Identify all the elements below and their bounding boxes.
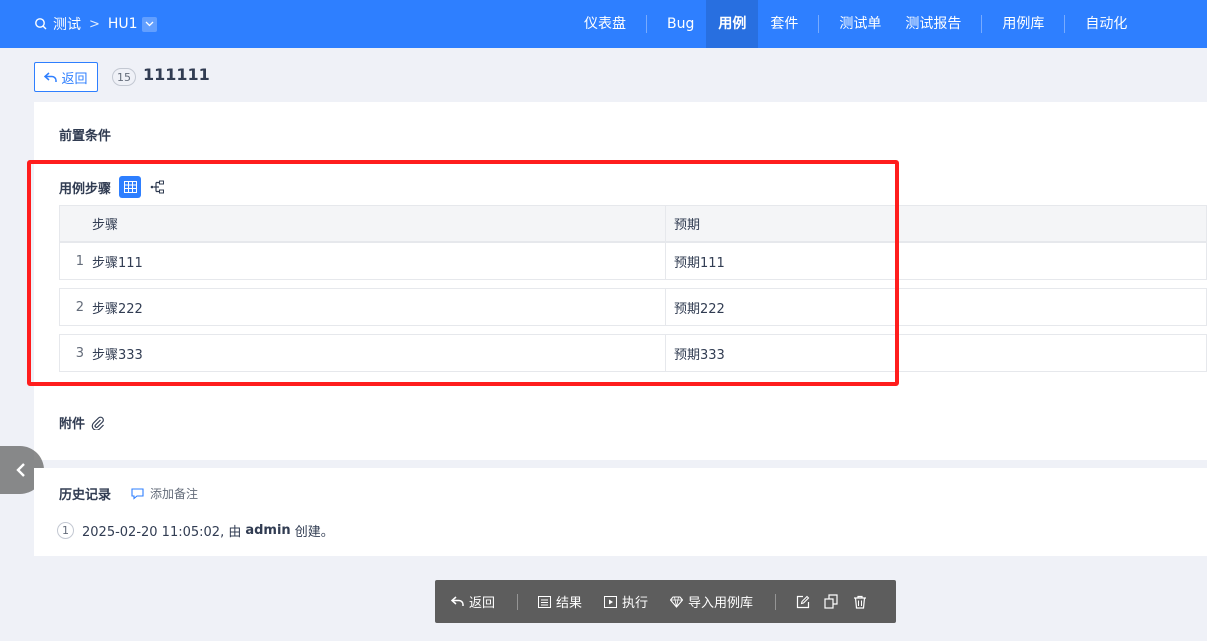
back-button-label: 返回	[61, 71, 88, 87]
step-text: 步骤111	[92, 255, 143, 271]
toolbar-import-button[interactable]: 导入用例库	[670, 592, 753, 611]
history-entry-action: 创建。	[294, 525, 334, 540]
expect-column-header: 预期	[666, 206, 1206, 241]
toolbar-result-label: 结果	[556, 596, 583, 611]
diamond-icon	[670, 595, 684, 608]
mindmap-view-button[interactable]	[149, 179, 165, 195]
chevron-left-icon	[16, 463, 25, 477]
step-number: 3	[75, 345, 84, 361]
main-nav: 仪表盘 Bug 用例 套件 测试单 测试报告 用例库 自动化	[572, 0, 1139, 48]
table-view-button[interactable]	[119, 176, 142, 198]
step-cell: 1 步骤111	[60, 243, 666, 279]
nav-testtask[interactable]: 测试单	[827, 0, 893, 48]
breadcrumb: 测试 > HU1	[34, 0, 157, 48]
expect-text: 预期333	[674, 347, 725, 363]
expect-cell: 预期111	[666, 243, 1206, 279]
back-button[interactable]: 返回	[34, 62, 98, 92]
step-cell: 3 步骤333	[60, 335, 666, 371]
play-icon	[604, 595, 618, 608]
history-entry: 1 2025-02-20 11:05:02, 由 admin 创建。	[57, 521, 334, 540]
step-number: 2	[75, 299, 84, 315]
nav-testreport[interactable]: 测试报告	[893, 0, 973, 48]
step-cell: 2 步骤222	[60, 289, 666, 325]
toolbar-result-button[interactable]: 结果	[538, 592, 582, 611]
copy-icon	[824, 594, 838, 609]
nav-testcase[interactable]: 用例	[706, 0, 759, 48]
table-row: 1 步骤111 预期111	[59, 242, 1207, 280]
toolbar-import-label: 导入用例库	[688, 596, 754, 611]
step-column-header: 步骤	[60, 206, 666, 241]
comment-icon	[131, 487, 144, 500]
attachments-heading: 附件	[59, 417, 86, 432]
history-entry-time: 2025-02-20 11:05:02, 由	[82, 525, 242, 540]
nav-divider	[646, 15, 647, 33]
nav-dashboard[interactable]: 仪表盘	[572, 0, 638, 48]
steps-header: 用例步骤	[59, 176, 165, 198]
edit-button[interactable]	[796, 595, 810, 609]
expect-cell: 预期333	[666, 335, 1206, 371]
nav-caselib[interactable]: 用例库	[990, 0, 1056, 48]
chevron-down-icon	[145, 21, 154, 27]
breadcrumb-separator: >	[89, 16, 100, 32]
history-heading: 历史记录	[59, 488, 112, 503]
list-icon	[538, 595, 552, 608]
mindmap-icon	[150, 180, 164, 194]
add-note-label: 添加备注	[150, 487, 199, 501]
page-title: 111111	[143, 65, 210, 84]
expect-text: 预期222	[674, 301, 725, 317]
expect-cell: 预期222	[666, 289, 1206, 325]
step-header-label: 步骤	[92, 218, 119, 233]
copy-button[interactable]	[824, 594, 839, 609]
module-dropdown-button[interactable]	[141, 16, 157, 32]
case-id-badge: 15	[112, 68, 136, 86]
breadcrumb-module[interactable]: HU1	[108, 16, 138, 32]
toolbar-back-label: 返回	[469, 596, 496, 611]
table-row: 3 步骤333 预期333	[59, 334, 1207, 372]
history-entry-user: admin	[245, 523, 291, 538]
nav-divider	[818, 15, 820, 33]
delete-button[interactable]	[853, 595, 867, 609]
paperclip-icon[interactable]	[91, 416, 105, 430]
nav-automation[interactable]: 自动化	[1073, 0, 1139, 48]
add-note-button[interactable]: 添加备注	[131, 485, 198, 502]
toolbar-run-button[interactable]: 执行	[604, 592, 648, 611]
step-text: 步骤333	[92, 347, 143, 363]
expect-header-label: 预期	[674, 218, 701, 233]
breadcrumb-product[interactable]: 测试	[53, 14, 81, 34]
step-number: 1	[75, 253, 84, 269]
toolbar-divider	[775, 593, 777, 610]
top-navbar: 测试 > HU1 仪表盘 Bug 用例 套件 测试单 测试报告 用例库 自动化	[0, 0, 1207, 48]
precondition-heading: 前置条件	[59, 129, 112, 144]
back-arrow-icon	[44, 71, 58, 82]
nav-divider	[981, 15, 983, 33]
attachments-section: 附件	[59, 413, 105, 432]
toolbar-run-label: 执行	[622, 596, 649, 611]
edit-icon	[796, 595, 810, 608]
case-detail-card: 前置条件 用例步骤 步骤 预期 1 步骤111 预期111 2 步骤222 预期22…	[34, 102, 1207, 460]
history-entry-number: 1	[57, 522, 74, 539]
table-row: 2 步骤222 预期222	[59, 288, 1207, 326]
toolbar-back-button[interactable]: 返回	[451, 592, 495, 611]
steps-table: 步骤 预期 1 步骤111 预期111 2 步骤222 预期222 3 步骤333 预…	[59, 205, 1207, 372]
history-card: 历史记录 添加备注 1 2025-02-20 11:05:02, 由 admin…	[34, 468, 1207, 556]
step-text: 步骤222	[92, 301, 143, 317]
action-toolbar: 返回 结果 执行 导入用例库	[435, 580, 896, 623]
nav-bug[interactable]: Bug	[655, 0, 706, 48]
nav-divider	[1064, 15, 1066, 33]
back-arrow-icon	[451, 596, 464, 606]
table-icon	[123, 181, 137, 193]
nav-testsuite[interactable]: 套件	[758, 0, 810, 48]
table-header-row: 步骤 预期	[59, 205, 1207, 242]
toolbar-divider	[517, 593, 519, 610]
steps-heading: 用例步骤	[59, 181, 112, 197]
expect-text: 预期111	[674, 255, 725, 271]
trash-icon	[854, 595, 867, 609]
search-icon[interactable]	[34, 17, 48, 31]
